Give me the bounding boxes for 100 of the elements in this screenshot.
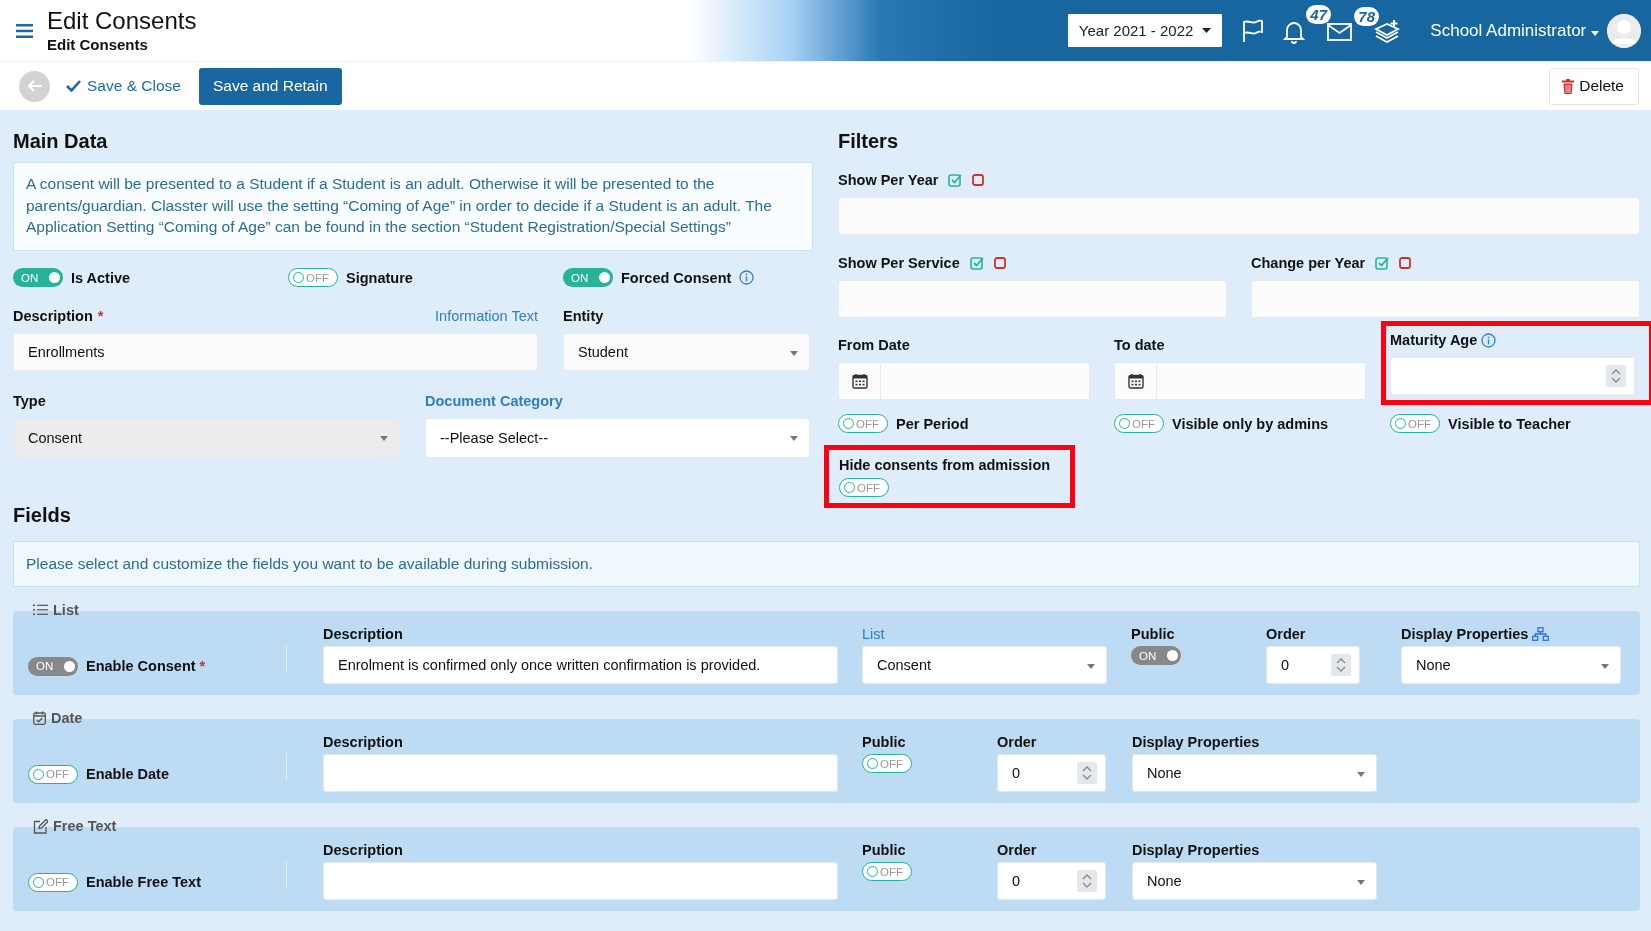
number-field[interactable]: 0 bbox=[1266, 646, 1360, 684]
switch-label: Is Active bbox=[71, 269, 131, 286]
notification-badge: 47 bbox=[1306, 4, 1332, 24]
field-label: Show Per Service bbox=[838, 255, 960, 271]
multi-select-field[interactable] bbox=[838, 280, 1227, 318]
calendar-check-icon bbox=[33, 711, 46, 725]
date-field[interactable] bbox=[1114, 362, 1366, 400]
caret-icon bbox=[1601, 664, 1609, 669]
message-badge: 78 bbox=[1354, 6, 1380, 26]
switch-label: Visible only by admins bbox=[1172, 415, 1329, 432]
check-icon bbox=[66, 80, 81, 92]
switch-label: Per Period bbox=[896, 415, 969, 432]
switch-label: Forced Consent bbox=[621, 269, 732, 286]
arrow-left-icon bbox=[27, 80, 42, 92]
text-input[interactable]: Enrolment is confirmed only once written confirmation is provided. bbox=[323, 646, 838, 684]
multi-select-field[interactable] bbox=[1251, 280, 1640, 318]
calendar-icon[interactable] bbox=[851, 373, 868, 389]
field-label: Display Properties bbox=[1401, 626, 1529, 642]
spinner-icon[interactable] bbox=[1606, 365, 1626, 387]
info-icon bbox=[1481, 332, 1497, 348]
page-title: Edit Consents bbox=[47, 7, 197, 35]
clear-selection-icon[interactable] bbox=[993, 257, 1006, 269]
required-mark: * bbox=[97, 307, 104, 324]
field-label: Change per Year bbox=[1251, 255, 1366, 271]
dropdown-field[interactable]: Consent bbox=[862, 646, 1107, 684]
number-field[interactable] bbox=[1390, 357, 1635, 395]
caret-icon bbox=[1357, 880, 1365, 885]
field-label: Order bbox=[997, 842, 1037, 858]
caret-icon bbox=[1357, 772, 1365, 777]
caret-icon bbox=[790, 350, 798, 356]
hint-message: Please select and customize the fields you want to be available during submission. bbox=[13, 541, 1640, 587]
number-field[interactable]: 0 bbox=[997, 754, 1106, 792]
save-retain-button[interactable]: Save and Retain bbox=[198, 67, 342, 105]
group-title: Free Text bbox=[53, 818, 117, 834]
information-text-link[interactable]: Information Text bbox=[435, 307, 538, 324]
dropdown-field[interactable]: None bbox=[1132, 862, 1377, 900]
field-label: Order bbox=[1266, 626, 1306, 642]
field-label: List bbox=[862, 626, 885, 642]
field-label: Public bbox=[862, 842, 906, 858]
select-all-icon[interactable] bbox=[1375, 256, 1390, 270]
spinner-icon[interactable] bbox=[1077, 762, 1097, 784]
dropdown-field[interactable]: None bbox=[1132, 754, 1377, 792]
select-all-icon[interactable] bbox=[948, 173, 963, 187]
caret-icon bbox=[1591, 30, 1599, 36]
edit-icon bbox=[33, 818, 48, 834]
field-label: Entity bbox=[563, 307, 604, 324]
delete-button[interactable]: Delete bbox=[1549, 67, 1639, 105]
field-label: Show Per Year bbox=[838, 172, 939, 188]
field-label: Display Properties bbox=[1132, 734, 1260, 750]
field-label: Public bbox=[1131, 626, 1175, 642]
text-input[interactable] bbox=[323, 862, 838, 900]
switch-label: Visible to Teacher bbox=[1448, 415, 1571, 432]
dropdown-field[interactable]: None bbox=[1401, 646, 1621, 684]
menu-icon[interactable] bbox=[16, 23, 33, 38]
section-heading: Filters bbox=[838, 130, 900, 153]
multi-select-field[interactable] bbox=[838, 197, 1640, 235]
section-heading: Fields bbox=[13, 504, 72, 527]
clear-selection-icon[interactable] bbox=[972, 174, 985, 186]
field-label: To date bbox=[1114, 337, 1165, 353]
save-close-button[interactable]: Save & Close bbox=[66, 77, 181, 95]
switch-label: Hide consents from admission bbox=[839, 457, 1051, 473]
field-label: Display Properties bbox=[1132, 842, 1260, 858]
number-field[interactable]: 0 bbox=[997, 862, 1106, 900]
field-label: Description bbox=[323, 626, 403, 642]
info-message: A consent will be presented to a Student if a Student is an adult. Otherwise it will be presented to the parents/guardian. Classter will use the setting “Coming of Age” in order to decide if a Student is an adult. The Application Setting “Coming of Age” can be found in the section “Student Registration/Special Settings” bbox=[13, 162, 813, 251]
dropdown-field[interactable]: --Please Select-- bbox=[425, 417, 810, 458]
user-menu[interactable]: School Administrator bbox=[1430, 20, 1599, 41]
text-input[interactable]: Enrollments bbox=[13, 332, 538, 371]
field-label: Public bbox=[862, 734, 906, 750]
switch-label: Enable Date bbox=[86, 766, 169, 782]
field-label: Type bbox=[13, 392, 46, 409]
required-mark: * bbox=[199, 658, 206, 674]
caret-icon bbox=[790, 435, 798, 441]
dropdown-field[interactable]: Student bbox=[563, 332, 810, 371]
field-label: Description bbox=[323, 842, 403, 858]
spinner-icon[interactable] bbox=[1077, 870, 1097, 892]
date-field[interactable] bbox=[838, 362, 1090, 400]
select-all-icon[interactable] bbox=[969, 256, 984, 270]
calendar-icon[interactable] bbox=[1127, 373, 1144, 389]
group-title: Date bbox=[51, 710, 83, 726]
field-label: Description bbox=[13, 307, 93, 324]
group-title: List bbox=[53, 602, 79, 618]
field-label: Description bbox=[323, 734, 403, 750]
switch-label: Signature bbox=[346, 269, 413, 286]
back-button[interactable] bbox=[19, 70, 50, 102]
year-dropdown[interactable]: Year 2021 - 2022 bbox=[1067, 14, 1223, 47]
avatar-icon[interactable] bbox=[1607, 13, 1641, 48]
switch-label: Enable Consent bbox=[86, 658, 196, 674]
text-input[interactable] bbox=[323, 754, 838, 792]
field-label: From Date bbox=[838, 337, 910, 353]
caret-icon bbox=[380, 435, 388, 441]
spinner-icon[interactable] bbox=[1331, 654, 1351, 676]
caret-icon bbox=[1202, 28, 1212, 33]
section-heading: Main Data bbox=[13, 130, 109, 153]
switch-label: Enable Free Text bbox=[86, 874, 201, 890]
layers-icon[interactable] bbox=[1374, 18, 1401, 43]
field-label: Order bbox=[997, 734, 1037, 750]
page-subtitle: Edit Consents bbox=[47, 36, 149, 54]
clear-selection-icon[interactable] bbox=[1399, 257, 1412, 269]
caret-icon bbox=[1087, 664, 1095, 669]
